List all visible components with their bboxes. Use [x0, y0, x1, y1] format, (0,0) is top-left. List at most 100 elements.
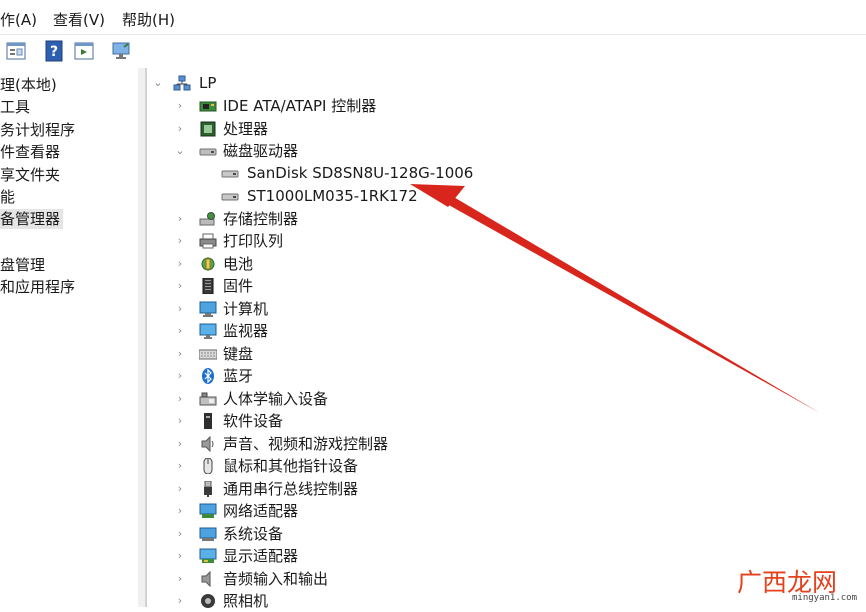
- hid-icon: [199, 391, 217, 407]
- tree-node-mouse[interactable]: › 鼠标和其他指针设备: [175, 455, 475, 477]
- tree-node-label: 处理器: [223, 120, 269, 138]
- tree-node-label: 照相机: [223, 592, 269, 610]
- display-adapter-icon: [199, 548, 217, 564]
- tree-node-camera[interactable]: › 照相机: [175, 590, 475, 612]
- tree-node-label: 蓝牙: [223, 367, 254, 385]
- battery-icon: [199, 256, 217, 272]
- nav-computer-management[interactable]: 理(本地): [0, 75, 57, 95]
- tree-node-label: 鼠标和其他指针设备: [223, 457, 359, 475]
- svg-text:?: ?: [50, 44, 58, 60]
- tree-leaf-seagate[interactable]: ST1000LM035-1RK172: [221, 185, 571, 207]
- tree-node-label: 监视器: [223, 322, 269, 340]
- nav-performance[interactable]: 能: [0, 187, 15, 207]
- nav-event-viewer[interactable]: 件查看器: [0, 142, 60, 162]
- chevron-right-icon[interactable]: ›: [175, 275, 185, 297]
- chevron-right-icon[interactable]: ›: [175, 320, 185, 342]
- computer-network-icon: [173, 75, 191, 91]
- chevron-right-icon[interactable]: ›: [175, 298, 185, 320]
- tree-node-usb[interactable]: › 通用串行总线控制器: [175, 478, 475, 500]
- menu-help[interactable]: 帮助(H): [122, 9, 175, 30]
- properties-icon[interactable]: [4, 39, 28, 63]
- chevron-right-icon[interactable]: ›: [175, 455, 185, 477]
- tree-node-battery[interactable]: › 电池: [175, 253, 475, 275]
- chevron-down-icon[interactable]: ⌄: [175, 140, 185, 162]
- usb-icon: [199, 481, 217, 497]
- nav-disk-management[interactable]: 盘管理: [0, 255, 45, 275]
- firmware-icon: [199, 278, 217, 294]
- tree-node-label: 计算机: [223, 300, 269, 318]
- run-icon[interactable]: [72, 39, 96, 63]
- tree-node-label: 存储控制器: [223, 210, 299, 228]
- chevron-right-icon[interactable]: ›: [175, 208, 185, 230]
- chevron-right-icon[interactable]: ›: [175, 545, 185, 567]
- tree-leaf-label: SanDisk SD8SN8U-128G-1006: [247, 164, 474, 182]
- tree-leaf-sandisk[interactable]: SanDisk SD8SN8U-128G-1006: [221, 162, 571, 184]
- tree-node-label: 固件: [223, 277, 254, 295]
- processor-icon: [199, 121, 217, 137]
- left-scrollbar[interactable]: [138, 68, 146, 607]
- tree-node-label: 通用串行总线控制器: [223, 480, 359, 498]
- chevron-right-icon[interactable]: ›: [175, 118, 185, 140]
- tree-node-label: 人体学输入设备: [223, 390, 329, 408]
- chevron-right-icon[interactable]: ›: [175, 230, 185, 252]
- tree-node-firmware[interactable]: › 固件: [175, 275, 475, 297]
- disk-drive-icon: [199, 143, 217, 159]
- nav-task-scheduler[interactable]: 务计划程序: [0, 120, 75, 140]
- tree-node-sound[interactable]: › 声音、视频和游戏控制器: [175, 433, 475, 455]
- chevron-right-icon[interactable]: ›: [175, 343, 185, 365]
- tree-node-bluetooth[interactable]: › 蓝牙: [175, 365, 475, 387]
- audio-io-icon: [199, 571, 217, 587]
- tree-node-monitor[interactable]: › 监视器: [175, 320, 475, 342]
- menu-view[interactable]: 查看(V): [53, 9, 105, 30]
- monitor-icon[interactable]: [109, 39, 133, 63]
- tree-node-software-device[interactable]: › 软件设备: [175, 410, 475, 432]
- chevron-right-icon[interactable]: ›: [175, 95, 185, 117]
- tree-leaf-label: ST1000LM035-1RK172: [247, 187, 418, 205]
- chevron-right-icon[interactable]: ›: [175, 433, 185, 455]
- tree-node-disk-drives[interactable]: ⌄ 磁盘驱动器: [175, 140, 475, 162]
- tree-root-label: LP: [199, 74, 217, 92]
- software-device-icon: [199, 413, 217, 429]
- tree-node-label: 磁盘驱动器: [223, 142, 299, 160]
- chevron-right-icon[interactable]: ›: [175, 388, 185, 410]
- tree-node-label: 键盘: [223, 345, 254, 363]
- tree-root[interactable]: ⌄ LP: [153, 72, 353, 94]
- tree-node-keyboard[interactable]: › 键盘: [175, 343, 475, 365]
- storage-controller-icon: [199, 211, 217, 227]
- tree-node-ide-controller[interactable]: › IDE ATA/ATAPI 控制器: [175, 95, 475, 117]
- nav-system-tools[interactable]: 工具: [0, 97, 30, 117]
- keyboard-icon: [199, 346, 217, 362]
- tree-node-processor[interactable]: › 处理器: [175, 118, 475, 140]
- chevron-right-icon[interactable]: ›: [175, 478, 185, 500]
- tree-node-label: 网络适配器: [223, 502, 299, 520]
- chevron-right-icon[interactable]: ›: [175, 500, 185, 522]
- chevron-down-icon[interactable]: ⌄: [153, 72, 163, 94]
- computer-icon: [199, 301, 217, 317]
- nav-device-manager[interactable]: 备管理器: [0, 209, 64, 229]
- tree-node-system-device[interactable]: › 系统设备: [175, 523, 475, 545]
- disk-icon: [221, 165, 239, 181]
- tree-node-label: 电池: [223, 255, 254, 273]
- tree-node-print-queue[interactable]: › 打印队列: [175, 230, 475, 252]
- menu-bar: 作(A) 查看(V) 帮助(H): [0, 0, 866, 34]
- tree-node-label: 系统设备: [223, 525, 284, 543]
- system-device-icon: [199, 526, 217, 542]
- chevron-right-icon[interactable]: ›: [175, 523, 185, 545]
- tree-node-display-adapter[interactable]: › 显示适配器: [175, 545, 475, 567]
- tree-node-hid[interactable]: › 人体学输入设备: [175, 388, 475, 410]
- tree-node-storage-controller[interactable]: › 存储控制器: [175, 208, 475, 230]
- chevron-right-icon[interactable]: ›: [175, 253, 185, 275]
- tree-node-network-adapter[interactable]: › 网络适配器: [175, 500, 475, 522]
- help-icon[interactable]: ?: [42, 39, 66, 63]
- chevron-right-icon[interactable]: ›: [175, 568, 185, 590]
- nav-shared-folders[interactable]: 享文件夹: [0, 165, 60, 185]
- menu-action[interactable]: 作(A): [0, 9, 37, 30]
- nav-services-apps[interactable]: 和应用程序: [0, 277, 75, 297]
- tree-node-label: 声音、视频和游戏控制器: [223, 435, 389, 453]
- tree-node-audio-io[interactable]: › 音频输入和输出: [175, 568, 475, 590]
- chevron-right-icon[interactable]: ›: [175, 410, 185, 432]
- device-tree: ⌄ LP › IDE ATA/ATAPI 控制器 › 处理器 ⌄ 磁盘驱动器 S…: [146, 68, 866, 610]
- tree-node-computer[interactable]: › 计算机: [175, 298, 475, 320]
- chevron-right-icon[interactable]: ›: [175, 590, 185, 612]
- chevron-right-icon[interactable]: ›: [175, 365, 185, 387]
